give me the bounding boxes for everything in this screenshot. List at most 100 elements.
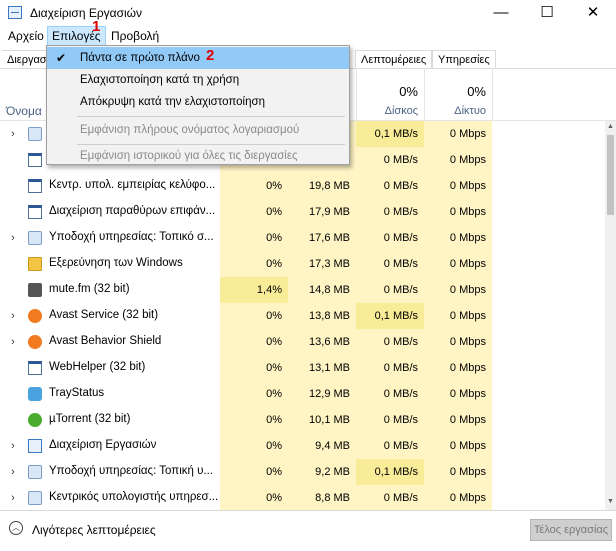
process-name: Υποδοχή υπηρεσίας: Τοπική υ... (49, 465, 213, 477)
memory-cell: 13,6 MB (288, 329, 356, 355)
memory-cell: 9,2 MB (288, 459, 356, 485)
process-name: Κεντρικός υπολογιστής υπηρεσ... (49, 491, 219, 503)
menu-item-hide-when-minimized[interactable]: Απόκρυψη κατά την ελαχιστοποίηση (47, 91, 349, 113)
network-cell: 0 Mbps (424, 277, 492, 303)
network-cell: 0 Mbps (424, 485, 492, 511)
window-title: Διαχείριση Εργασιών (30, 6, 143, 20)
disk-cell: 0 MB/s (356, 147, 424, 173)
network-cell: 0 Mbps (424, 433, 492, 459)
annotation-number-2: 2 (206, 47, 215, 64)
annotation-number-1: 1 (92, 18, 101, 35)
process-row[interactable]: › Κεντρικός υπολογιστής υπηρεσ... 0% 8,8 MB… (0, 485, 605, 511)
disk-cell: 0 MB/s (356, 251, 424, 277)
expand-chevron-icon[interactable]: › (8, 335, 18, 349)
window-icon (28, 361, 42, 375)
process-row[interactable]: µTorrent (32 bit) 0% 10,1 MB 0 MB/s 0 Mbps (0, 407, 605, 433)
column-header-name[interactable]: Όνομα (6, 104, 42, 118)
process-name: µTorrent (32 bit) (49, 413, 131, 425)
cpu-cell: 0% (220, 407, 288, 433)
disk-cell: 0 MB/s (356, 433, 424, 459)
memory-cell: 8,8 MB (288, 485, 356, 511)
menu-item-always-on-top[interactable]: ✔ Πάντα σε πρώτο πλάνο (47, 47, 349, 69)
gear-icon (28, 465, 42, 479)
network-cell: 0 Mbps (424, 407, 492, 433)
expand-chevron-icon[interactable]: › (8, 439, 18, 453)
cpu-cell: 1,4% (220, 277, 288, 303)
memory-cell: 13,8 MB (288, 303, 356, 329)
menu-item-minimize-on-use[interactable]: Ελαχιστοποίηση κατά τη χρήση (47, 69, 349, 91)
collapse-chevron-icon[interactable]: ︿ (9, 521, 23, 535)
process-name: WebHelper (32 bit) (49, 361, 146, 373)
expand-chevron-icon[interactable]: › (8, 309, 18, 323)
process-row[interactable]: › Υποδοχή υπηρεσίας: Τοπική υ... 0% 9,2 MB 0… (0, 459, 605, 485)
process-name: mute.fm (32 bit) (49, 283, 130, 295)
fewer-details-link[interactable]: Λιγότερες λεπτομέρειες (32, 523, 156, 537)
process-row[interactable]: Κεντρ. υπολ. εμπειρίας κελύφο... 0% 19,8 M… (0, 173, 605, 199)
disk-cell: 0,1 MB/s (356, 121, 424, 147)
disk-cell: 0 MB/s (356, 199, 424, 225)
task-manager-app-icon (8, 6, 22, 19)
expand-chevron-icon[interactable]: › (8, 231, 18, 245)
scroll-up-arrow-icon[interactable]: ▲ (605, 123, 616, 133)
column-disk-percent[interactable]: 0% (356, 84, 418, 99)
menu-file[interactable]: Αρχείο (4, 26, 48, 46)
network-cell: 0 Mbps (424, 251, 492, 277)
column-header-disk[interactable]: Δίσκος (356, 105, 418, 117)
process-name: Διαχείριση Εργασιών (49, 439, 157, 451)
expand-chevron-icon[interactable]: › (8, 127, 18, 141)
memory-cell: 13,1 MB (288, 355, 356, 381)
expand-chevron-icon[interactable]: › (8, 491, 18, 505)
folder-icon (28, 257, 42, 271)
scrollbar-thumb[interactable] (607, 135, 614, 215)
memory-cell: 10,1 MB (288, 407, 356, 433)
minimize-button[interactable]: — (478, 0, 524, 26)
network-cell: 0 Mbps (424, 147, 492, 173)
memory-cell: 14,8 MB (288, 277, 356, 303)
expand-chevron-icon[interactable]: › (8, 465, 18, 479)
disk-cell: 0 MB/s (356, 485, 424, 511)
tab-services[interactable]: Υπηρεσίες (432, 50, 496, 68)
disk-cell: 0 MB/s (356, 355, 424, 381)
process-row[interactable]: WebHelper (32 bit) 0% 13,1 MB 0 MB/s 0 Mbps (0, 355, 605, 381)
column-header-network[interactable]: Δίκτυο (424, 105, 486, 117)
process-row[interactable]: TrayStatus 0% 12,9 MB 0 MB/s 0 Mbps (0, 381, 605, 407)
network-cell: 0 Mbps (424, 303, 492, 329)
speaker-icon (28, 283, 42, 297)
vertical-scrollbar[interactable]: ▲ ▼ (605, 121, 616, 510)
utorrent-icon (28, 413, 42, 427)
process-row[interactable]: › Avast Service (32 bit) 0% 13,8 MB 0,1 MB/s… (0, 303, 605, 329)
menu-item-show-history-all: Εμφάνιση ιστορικού για όλες τις διεργασί… (80, 150, 298, 162)
process-row[interactable]: › Υποδοχή υπηρεσίας: Τοπικό σ... 0% 17,6 MB… (0, 225, 605, 251)
maximize-button[interactable]: ☐ (524, 0, 570, 26)
process-name: Avast Service (32 bit) (49, 309, 159, 321)
column-network-percent[interactable]: 0% (424, 84, 486, 99)
end-task-button[interactable]: Τέλος εργασίας (530, 519, 612, 541)
scroll-down-arrow-icon[interactable]: ▼ (605, 498, 616, 508)
process-name: Διαχείριση παραθύρων επιφάν... (49, 205, 216, 217)
menu-view[interactable]: Προβολή (107, 26, 163, 46)
gear-icon (28, 491, 42, 505)
process-row[interactable]: Διαχείριση παραθύρων επιφάν... 0% 17,9 MB 0… (0, 199, 605, 225)
cpu-cell: 0% (220, 355, 288, 381)
gear-icon (28, 127, 42, 141)
process-row[interactable]: › Διαχείριση Εργασιών 0% 9,4 MB 0 MB/s 0 Mbps (0, 433, 605, 459)
disk-cell: 0 MB/s (356, 329, 424, 355)
window-icon (28, 205, 42, 219)
network-cell: 0 Mbps (424, 459, 492, 485)
window-icon (28, 153, 42, 167)
process-row[interactable]: mute.fm (32 bit) 1,4% 14,8 MB 0 MB/s 0 Mbps (0, 277, 605, 303)
process-row[interactable]: › Avast Behavior Shield 0% 13,6 MB 0 MB/s 0 M… (0, 329, 605, 355)
network-cell: 0 Mbps (424, 329, 492, 355)
network-cell: 0 Mbps (424, 199, 492, 225)
close-button[interactable]: ✕ (570, 0, 616, 26)
tab-details[interactable]: Λεπτομέρειες (355, 50, 433, 68)
network-cell: 0 Mbps (424, 225, 492, 251)
network-cell: 0 Mbps (424, 173, 492, 199)
cpu-cell: 0% (220, 433, 288, 459)
disk-cell: 0 MB/s (356, 173, 424, 199)
disk-cell: 0 MB/s (356, 225, 424, 251)
process-row[interactable]: Εξερεύνηση των Windows 0% 17,3 MB 0 MB/s 0 M… (0, 251, 605, 277)
menu-item-always-on-top-label: Πάντα σε πρώτο πλάνο (80, 52, 200, 64)
options-dropdown-menu: ✔ Πάντα σε πρώτο πλάνο Ελαχιστοποίηση κα… (46, 45, 350, 165)
network-cell: 0 Mbps (424, 121, 492, 147)
